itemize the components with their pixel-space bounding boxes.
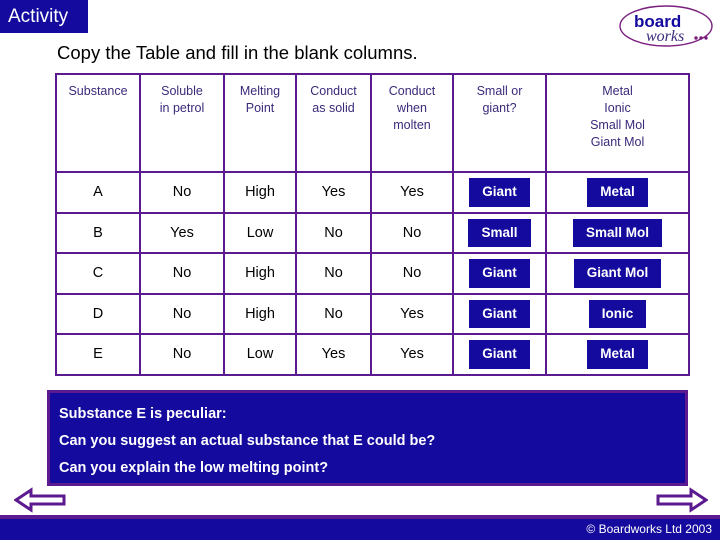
answer-chip-structure-type: Ionic (588, 299, 647, 328)
boardworks-logo: board works (616, 2, 716, 50)
answer-chip-small-or-giant: Giant (469, 340, 530, 369)
answer-chip-structure-type: Metal (587, 340, 648, 369)
header-line: Conduct (310, 84, 357, 98)
column-header-conduct-when-molten: Conduct when molten (370, 73, 454, 173)
cell-structure-type: Metal (545, 171, 690, 214)
header-line: as solid (312, 101, 355, 115)
cell-small-or-giant: Giant (452, 252, 547, 295)
column-header-substance: Substance (55, 73, 141, 173)
header-line: Small or (476, 84, 523, 98)
cell-melting-point: Low (223, 333, 297, 376)
arrow-right-icon[interactable] (656, 487, 709, 513)
cell-soluble-in-petrol: No (139, 252, 225, 295)
table-row: A No High Yes Yes Giant Metal (55, 171, 690, 214)
cell-soluble-in-petrol: No (139, 292, 225, 335)
cell-conduct-as-solid: Yes (295, 333, 372, 376)
column-header-conduct-as-solid: Conduct as solid (295, 73, 372, 173)
cell-structure-type: Metal (545, 333, 690, 376)
cell-structure-type: Giant Mol (545, 252, 690, 295)
header-line: when (397, 101, 427, 115)
next-slide-button[interactable] (656, 487, 709, 513)
table-row: B Yes Low No No Small Small Mol (55, 211, 690, 254)
answer-chip-structure-type: Metal (587, 178, 648, 207)
cell-conduct-as-solid: No (295, 252, 372, 295)
cell-melting-point: High (223, 252, 297, 295)
cell-conduct-when-molten: No (370, 211, 454, 254)
logo-graphic: board works (619, 5, 713, 47)
cell-soluble-in-petrol: Yes (139, 211, 225, 254)
cell-structure-type: Small Mol (545, 211, 690, 254)
cell-substance: A (55, 171, 141, 214)
cell-conduct-when-molten: No (370, 252, 454, 295)
table-row: C No High No No Giant Giant Mol (55, 252, 690, 295)
cell-small-or-giant: Giant (452, 292, 547, 335)
column-header-structure-type: Metal Ionic Small Mol Giant Mol (545, 73, 690, 173)
cell-conduct-as-solid: Yes (295, 171, 372, 214)
cell-soluble-in-petrol: No (139, 333, 225, 376)
header-line: in petrol (159, 101, 205, 115)
cell-conduct-as-solid: No (295, 211, 372, 254)
cell-melting-point: Low (223, 211, 297, 254)
activity-banner: Activity (0, 0, 88, 33)
column-header-small-or-giant: Small or giant? (452, 73, 547, 173)
header-line: Conduct (388, 84, 436, 98)
table-row: D No High No Yes Giant Ionic (55, 292, 690, 335)
logo-word-works: works (646, 28, 684, 45)
header-line: Giant Mol (590, 135, 645, 149)
header-line: Small Mol (590, 118, 645, 132)
header-line: Ionic (604, 101, 631, 115)
header-line: Soluble (161, 84, 203, 98)
column-header-melting-point: Melting Point (223, 73, 297, 173)
question-line: Substance E is peculiar: (59, 406, 227, 422)
answer-chip-small-or-giant: Small (468, 218, 531, 247)
answer-chip-structure-type: Giant Mol (573, 259, 662, 288)
header-line: Melting (239, 84, 281, 98)
cell-substance: B (55, 211, 141, 254)
previous-slide-button[interactable] (13, 487, 66, 513)
table-body: A No High Yes Yes Giant Metal B Yes Low … (55, 171, 690, 376)
column-header-soluble-in-petrol: Soluble in petrol (139, 73, 225, 173)
question-line: Can you suggest an actual substance that… (59, 433, 436, 449)
cell-small-or-giant: Giant (452, 333, 547, 376)
cell-substance: C (55, 252, 141, 295)
cell-conduct-when-molten: Yes (370, 292, 454, 335)
question-line: Can you explain the low melting point? (59, 460, 329, 476)
cell-conduct-when-molten: Yes (370, 171, 454, 214)
answer-chip-small-or-giant: Giant (469, 178, 530, 207)
arrow-left-icon[interactable] (13, 487, 66, 513)
table-row: E No Low Yes Yes Giant Metal (55, 333, 690, 376)
cell-soluble-in-petrol: No (139, 171, 225, 214)
table-header: Substance Soluble in petrol Melting Poin… (55, 73, 690, 173)
cell-melting-point: High (223, 171, 297, 214)
header-line: molten (393, 118, 431, 132)
answer-chip-small-or-giant: Giant (469, 259, 530, 288)
cell-melting-point: High (223, 292, 297, 335)
cell-small-or-giant: Small (452, 211, 547, 254)
answer-chip-small-or-giant: Giant (469, 299, 530, 328)
table-header-row: Substance Soluble in petrol Melting Poin… (55, 73, 690, 173)
cell-structure-type: Ionic (545, 292, 690, 335)
answer-chip-structure-type: Small Mol (572, 218, 662, 247)
header-line: Metal (602, 84, 633, 98)
cell-small-or-giant: Giant (452, 171, 547, 214)
page-title: Copy the Table and fill in the blank col… (57, 42, 418, 63)
cell-conduct-as-solid: No (295, 292, 372, 335)
cell-conduct-when-molten: Yes (370, 333, 454, 376)
cell-substance: D (55, 292, 141, 335)
header-line: Substance (68, 84, 128, 98)
cell-substance: E (55, 333, 141, 376)
question-box: Substance E is peculiar: Can you suggest… (47, 390, 688, 486)
header-line: Point (245, 101, 275, 115)
header-line: giant? (482, 101, 517, 115)
properties-table: Substance Soluble in petrol Melting Poin… (55, 73, 690, 376)
copyright-text: © Boardworks Ltd 2003 (586, 522, 712, 536)
